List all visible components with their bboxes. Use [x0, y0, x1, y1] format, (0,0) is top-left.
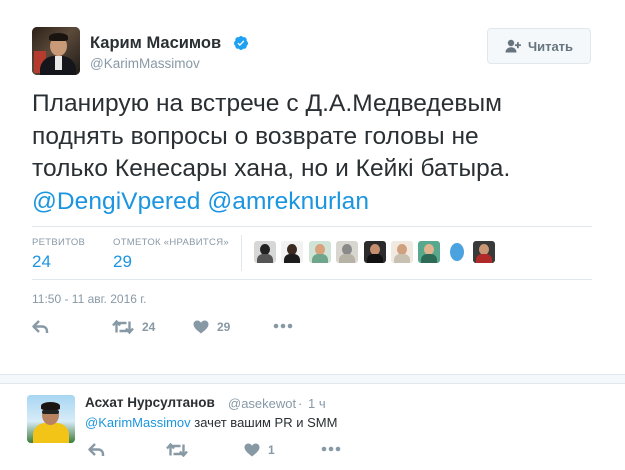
reply-separator: ·: [298, 396, 303, 411]
tweet-text-line: Планирую на встрече с Д.А.Медведевым: [32, 90, 503, 117]
tweet-mentions-line: @DengiVpered @amreknurlan: [32, 186, 602, 219]
liker-avatar[interactable]: [445, 241, 468, 263]
like-count: 1: [268, 443, 275, 457]
mention-link[interactable]: @DengiVpered: [32, 188, 201, 215]
liker-avatar[interactable]: [363, 241, 386, 263]
tweet-text-line: только Кенесары хана, но и Кейкі батыра.: [32, 155, 511, 182]
reply-text-body: зачет вашим PR и SMM: [190, 415, 338, 430]
retweet-count: 24: [142, 320, 156, 334]
retweet-button[interactable]: [166, 443, 188, 457]
liker-avatar[interactable]: [473, 241, 496, 263]
like-button[interactable]: 29: [193, 320, 230, 334]
like-count: 29: [217, 320, 231, 334]
reply-author-name[interactable]: Асхат Нурсултанов: [85, 395, 215, 410]
heart-icon: [244, 443, 260, 457]
likers-avatars: [254, 241, 501, 265]
retweets-count: 24: [32, 252, 51, 271]
follow-button-label: Читать: [527, 38, 574, 54]
section-divider: [0, 374, 625, 384]
author-name[interactable]: Карим Масимов: [90, 34, 221, 53]
reply-icon: [88, 443, 105, 456]
liker-avatar[interactable]: [418, 241, 441, 263]
liker-avatar[interactable]: [336, 241, 359, 263]
retweet-icon: [166, 443, 188, 457]
reply-text: @KarimMassimov зачет вашим PR и SMM: [85, 415, 337, 430]
reply-time[interactable]: 1 ч: [308, 396, 326, 411]
likes-count: 29: [113, 252, 132, 271]
more-dots-icon: [321, 446, 341, 452]
main-tweet: Карим Масимов @KarimMassimov Читать План…: [0, 0, 625, 374]
more-button[interactable]: [273, 323, 293, 329]
liker-avatar[interactable]: [390, 241, 413, 263]
tweet-stats: РЕТВИТОВ 24 ОТМЕТОК «НРАВИТСЯ» 29: [32, 226, 592, 280]
add-user-icon: [505, 39, 521, 53]
reply-author-handle[interactable]: @asekewot: [228, 396, 296, 411]
like-button[interactable]: 1: [244, 443, 275, 457]
tweet-text: Планирую на встрече с Д.А.Медведевым под…: [32, 88, 602, 218]
likes-label: ОТМЕТОК «НРАВИТСЯ»: [113, 237, 229, 248]
stats-divider: [241, 235, 242, 271]
tweet-text-line: поднять вопросы о возврате головы не: [32, 122, 479, 150]
follow-button[interactable]: Читать: [487, 28, 591, 64]
reply-icon: [32, 320, 49, 333]
reply-button[interactable]: [32, 320, 49, 334]
reply-button[interactable]: [88, 443, 105, 457]
more-dots-icon: [273, 323, 293, 329]
mention-link[interactable]: @amreknurlan: [207, 188, 369, 215]
liker-avatar[interactable]: [281, 241, 304, 263]
likes-stat[interactable]: ОТМЕТОК «НРАВИТСЯ» 29: [113, 237, 229, 272]
author-handle[interactable]: @KarimMassimov: [90, 56, 200, 71]
retweet-button[interactable]: 24: [112, 320, 155, 334]
liker-avatar[interactable]: [254, 241, 276, 263]
retweet-icon: [112, 320, 134, 334]
author-avatar[interactable]: [32, 27, 80, 75]
heart-icon: [193, 320, 209, 334]
more-button[interactable]: [321, 446, 341, 452]
tweet-timestamp[interactable]: 11:50 - 11 авг. 2016 г.: [32, 292, 147, 306]
retweets-label: РЕТВИТОВ: [32, 237, 86, 248]
liker-avatar[interactable]: [308, 241, 331, 263]
reply-tweet[interactable]: Асхат Нурсултанов @asekewot · 1 ч @Karim…: [0, 384, 625, 470]
verified-badge-icon: [234, 36, 248, 50]
retweets-stat[interactable]: РЕТВИТОВ 24: [32, 237, 85, 272]
mention-link[interactable]: @KarimMassimov: [85, 415, 191, 430]
reply-author-avatar[interactable]: [27, 395, 75, 443]
